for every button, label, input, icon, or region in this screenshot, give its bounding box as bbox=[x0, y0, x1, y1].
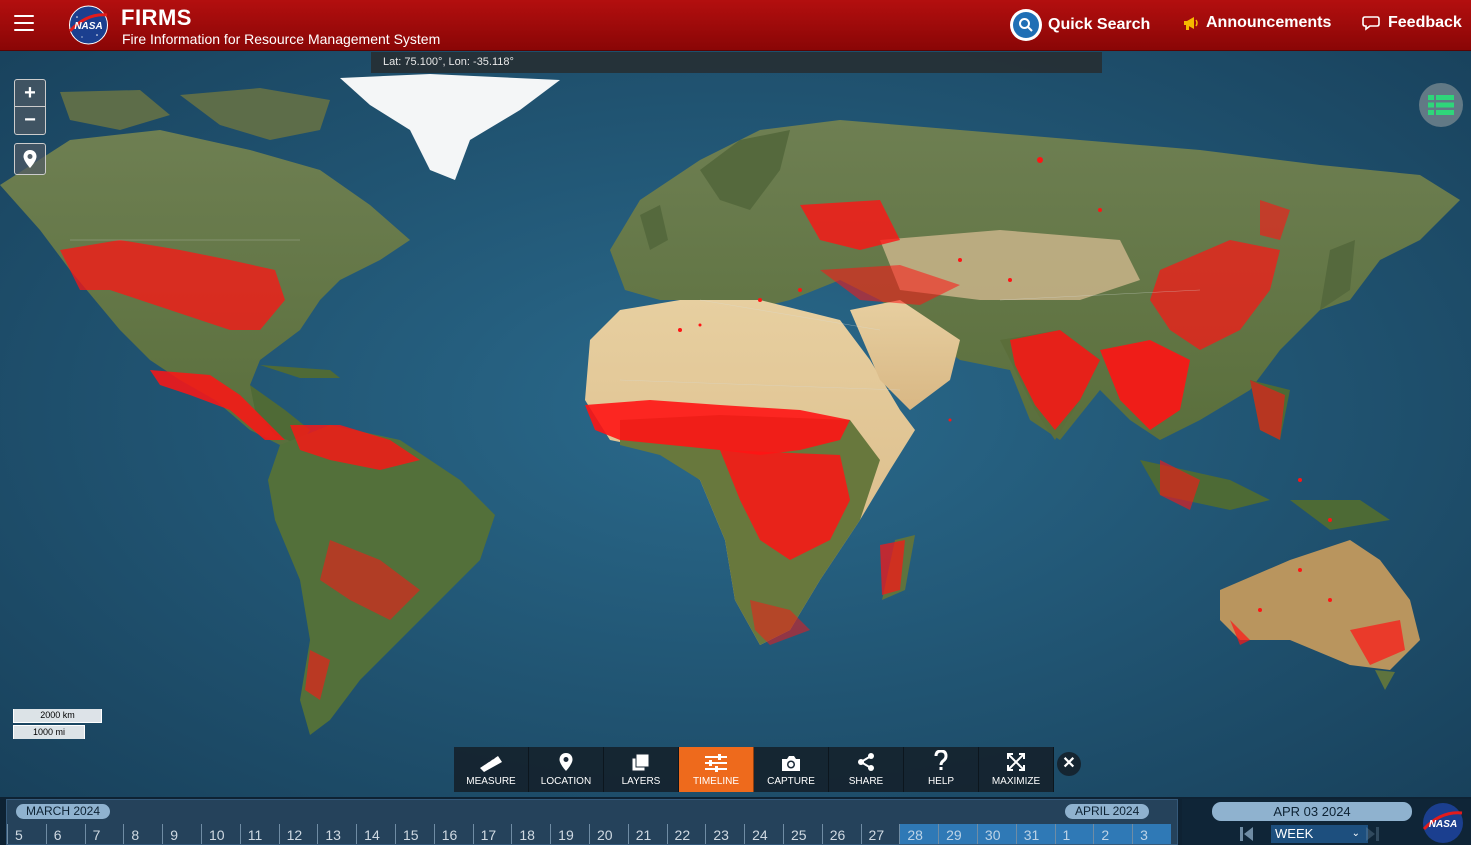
step-forward-icon[interactable] bbox=[1365, 826, 1379, 842]
share-icon bbox=[858, 753, 874, 771]
timeline-days: 5 6 7 8 9 10 11 12 13 14 15 16 17 18 19 20 21 22 23 24 25 26 2… bbox=[7, 824, 1171, 844]
timeline-day[interactable]: 21 bbox=[627, 824, 667, 844]
svg-text:NASA: NASA bbox=[1429, 819, 1457, 830]
scale-km: 2000 km bbox=[13, 709, 102, 723]
megaphone-icon bbox=[1184, 17, 1198, 30]
step-back-icon[interactable] bbox=[1240, 826, 1254, 842]
question-icon bbox=[934, 750, 948, 770]
nasa-logo: NASA bbox=[68, 5, 108, 45]
timeline-day[interactable]: 7 bbox=[84, 824, 124, 844]
capture-label: CAPTURE bbox=[767, 776, 815, 787]
maximize-icon bbox=[1007, 753, 1025, 771]
timeline-day[interactable]: 19 bbox=[550, 824, 589, 844]
layers-icon bbox=[631, 753, 650, 772]
ruler-icon bbox=[480, 755, 502, 772]
timeline-day[interactable]: 27 bbox=[860, 824, 900, 844]
map-pin-icon bbox=[559, 753, 573, 771]
timeline-day[interactable]: 18 bbox=[511, 824, 550, 844]
menu-icon[interactable] bbox=[14, 15, 34, 35]
zoom-out-button[interactable]: − bbox=[15, 107, 45, 134]
chevron-down-icon: ⌄ bbox=[1351, 828, 1360, 839]
app-title[interactable]: FIRMS bbox=[121, 5, 192, 31]
timeline-day[interactable]: 5 bbox=[7, 824, 46, 844]
timeline-day[interactable]: 15 bbox=[394, 824, 434, 844]
timeline-day[interactable]: 17 bbox=[472, 824, 512, 844]
timeline-day[interactable]: 12 bbox=[278, 824, 318, 844]
timeline-day[interactable]: 26 bbox=[821, 824, 861, 844]
timeline-day[interactable]: 31 bbox=[1015, 824, 1055, 844]
zoom-control: + − bbox=[14, 79, 46, 135]
timeline-day[interactable]: 10 bbox=[200, 824, 240, 844]
timeline-day[interactable]: 24 bbox=[744, 824, 783, 844]
camera-icon bbox=[782, 756, 800, 771]
measure-button[interactable]: MEASURE bbox=[454, 747, 529, 792]
timeline-day[interactable]: 3 bbox=[1132, 824, 1171, 844]
world-map[interactable] bbox=[0, 51, 1471, 845]
range-value: WEEK bbox=[1275, 826, 1314, 841]
timeline-day[interactable]: 29 bbox=[938, 824, 977, 844]
share-button[interactable]: SHARE bbox=[829, 747, 904, 792]
timeline-day[interactable]: 11 bbox=[239, 824, 279, 844]
timeline-track[interactable]: MARCH 2024 APRIL 2024 5 6 7 8 9 10 11 12 13 14 15 1… bbox=[6, 799, 1178, 845]
quick-search-button[interactable]: Quick Search bbox=[1010, 9, 1150, 41]
nasa-logo-footer: NASA bbox=[1422, 803, 1463, 843]
timeline-day[interactable]: 30 bbox=[976, 824, 1016, 844]
measure-label: MEASURE bbox=[466, 776, 516, 787]
timeline-day[interactable]: 1 bbox=[1054, 824, 1094, 844]
coordinate-readout: Lat: 75.100°, Lon: -35.118° bbox=[371, 52, 1102, 73]
map-toolbar: MEASURE LOCATION LAYERS TIMELINE CAPTURE… bbox=[454, 747, 1054, 792]
timeline-day[interactable]: 14 bbox=[356, 824, 395, 844]
timeline-day[interactable]: 20 bbox=[588, 824, 628, 844]
announcements-button[interactable]: Announcements bbox=[1182, 14, 1331, 32]
range-select[interactable]: WEEK ⌄ bbox=[1271, 825, 1368, 843]
timeline-button[interactable]: TIMELINE bbox=[679, 747, 754, 792]
timeline-label: TIMELINE bbox=[692, 776, 740, 787]
location-button[interactable]: LOCATION bbox=[529, 747, 604, 792]
map-pin-icon bbox=[23, 150, 37, 168]
locate-button[interactable] bbox=[14, 143, 46, 175]
map-scale: 2000 km 1000 mi bbox=[13, 709, 102, 739]
close-toolbar-button[interactable]: ✕ bbox=[1057, 752, 1081, 776]
search-icon bbox=[1010, 9, 1042, 41]
timeline-day[interactable]: 6 bbox=[45, 824, 85, 844]
location-label: LOCATION bbox=[540, 776, 592, 787]
timeline-day[interactable]: 2 bbox=[1093, 824, 1133, 844]
share-label: SHARE bbox=[848, 776, 884, 787]
month-label-april: APRIL 2024 bbox=[1065, 804, 1150, 819]
svg-text:NASA: NASA bbox=[74, 21, 102, 32]
help-button[interactable]: HELP bbox=[904, 747, 979, 792]
layers-button[interactable]: LAYERS bbox=[604, 747, 679, 792]
app-subtitle: Fire Information for Resource Management… bbox=[122, 31, 441, 47]
layer-list-button[interactable] bbox=[1419, 83, 1463, 127]
help-label: HELP bbox=[927, 776, 955, 787]
month-label-march: MARCH 2024 bbox=[16, 804, 111, 819]
timeline-day[interactable]: 25 bbox=[782, 824, 822, 844]
timeline-day[interactable]: 16 bbox=[433, 824, 473, 844]
chat-icon bbox=[1362, 16, 1380, 31]
layers-label: LAYERS bbox=[621, 776, 661, 787]
maximize-button[interactable]: MAXIMIZE bbox=[979, 747, 1054, 792]
quick-search-label: Quick Search bbox=[1048, 16, 1151, 33]
scale-mi: 1000 mi bbox=[13, 725, 85, 739]
timeline-day[interactable]: 23 bbox=[705, 824, 744, 844]
timeline-day[interactable]: 22 bbox=[666, 824, 706, 844]
map-canvas[interactable] bbox=[0, 51, 1471, 845]
maximize-label: MAXIMIZE bbox=[991, 776, 1041, 787]
feedback-label: Feedback bbox=[1388, 14, 1462, 31]
feedback-button[interactable]: Feedback bbox=[1362, 14, 1462, 32]
capture-button[interactable]: CAPTURE bbox=[754, 747, 829, 792]
timeline-day[interactable]: 9 bbox=[162, 824, 201, 844]
timeline-day[interactable]: 28 bbox=[899, 824, 939, 844]
timeline-bar: MARCH 2024 APRIL 2024 5 6 7 8 9 10 11 12 13 14 15 1… bbox=[0, 797, 1471, 845]
date-controls: APR 03 2024 WEEK ⌄ NASA bbox=[1182, 799, 1471, 845]
timeline-day[interactable]: 13 bbox=[317, 824, 356, 844]
sliders-icon bbox=[705, 754, 727, 772]
current-date[interactable]: APR 03 2024 bbox=[1212, 802, 1412, 821]
list-icon bbox=[1428, 95, 1454, 115]
firms-app: NASA FIRMS Fire Information for Resource… bbox=[0, 0, 1471, 845]
timeline-day[interactable]: 8 bbox=[123, 824, 162, 844]
top-header: NASA FIRMS Fire Information for Resource… bbox=[0, 0, 1471, 51]
announcements-label: Announcements bbox=[1206, 14, 1332, 31]
zoom-in-button[interactable]: + bbox=[15, 80, 45, 107]
